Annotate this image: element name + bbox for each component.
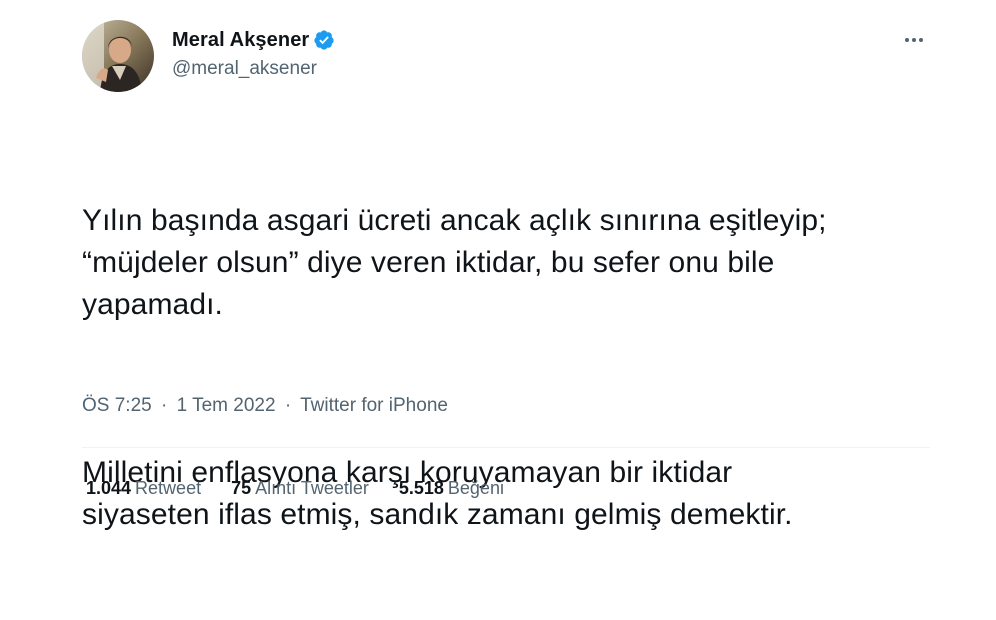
tweet-metadata: ÖS 7:25 · 1 Tem 2022 · Twitter for iPhon… xyxy=(82,395,448,417)
verified-badge-icon xyxy=(313,29,335,51)
tweet-time[interactable]: ÖS 7:25 xyxy=(82,395,152,416)
quotes-label: Alıntı Tweetler xyxy=(255,478,369,498)
meta-separator: · xyxy=(161,395,168,416)
dot xyxy=(919,38,923,42)
dot xyxy=(912,38,916,42)
user-handle[interactable]: @meral_aksener xyxy=(172,58,335,80)
dot xyxy=(905,38,909,42)
retweets-label: Retweet xyxy=(135,478,202,498)
meta-separator: · xyxy=(284,395,292,416)
tweet-paragraph: Yılın başında asgari ücreti ancak açlık … xyxy=(82,204,827,321)
retweets-stat[interactable]: 1.044 Retweet xyxy=(86,478,201,499)
engagement-stats: 1.044 Retweet 75 Alıntı Tweetler 5.518 Beğe… xyxy=(86,478,504,499)
likes-label: Beğeni xyxy=(447,478,504,498)
name-row: Meral Akşener xyxy=(172,27,335,53)
display-name[interactable]: Meral Akşener xyxy=(172,29,309,52)
tweet-source[interactable]: Twitter for iPhone xyxy=(300,395,448,416)
tweet-card: Meral Akşener @meral_aksener Yılın başın… xyxy=(0,0,996,531)
likes-stat[interactable]: 5.518 Beğeni xyxy=(399,478,504,499)
retweets-count: 1.044 xyxy=(86,478,132,498)
avatar[interactable] xyxy=(82,20,154,92)
quotes-stat[interactable]: 75 Alıntı Tweetler xyxy=(231,478,369,499)
author-info: Meral Akşener @meral_aksener xyxy=(172,27,335,80)
quotes-count: 75 xyxy=(231,478,252,498)
tweet-date[interactable]: 1 Tem 2022 xyxy=(177,395,276,416)
likes-count: 5.518 xyxy=(398,478,444,498)
tweet-text: Yılın başında asgari ücreti ancak açlık … xyxy=(82,116,942,620)
divider xyxy=(82,447,930,448)
profile-photo-icon xyxy=(82,20,154,92)
more-options-icon[interactable] xyxy=(900,28,928,52)
